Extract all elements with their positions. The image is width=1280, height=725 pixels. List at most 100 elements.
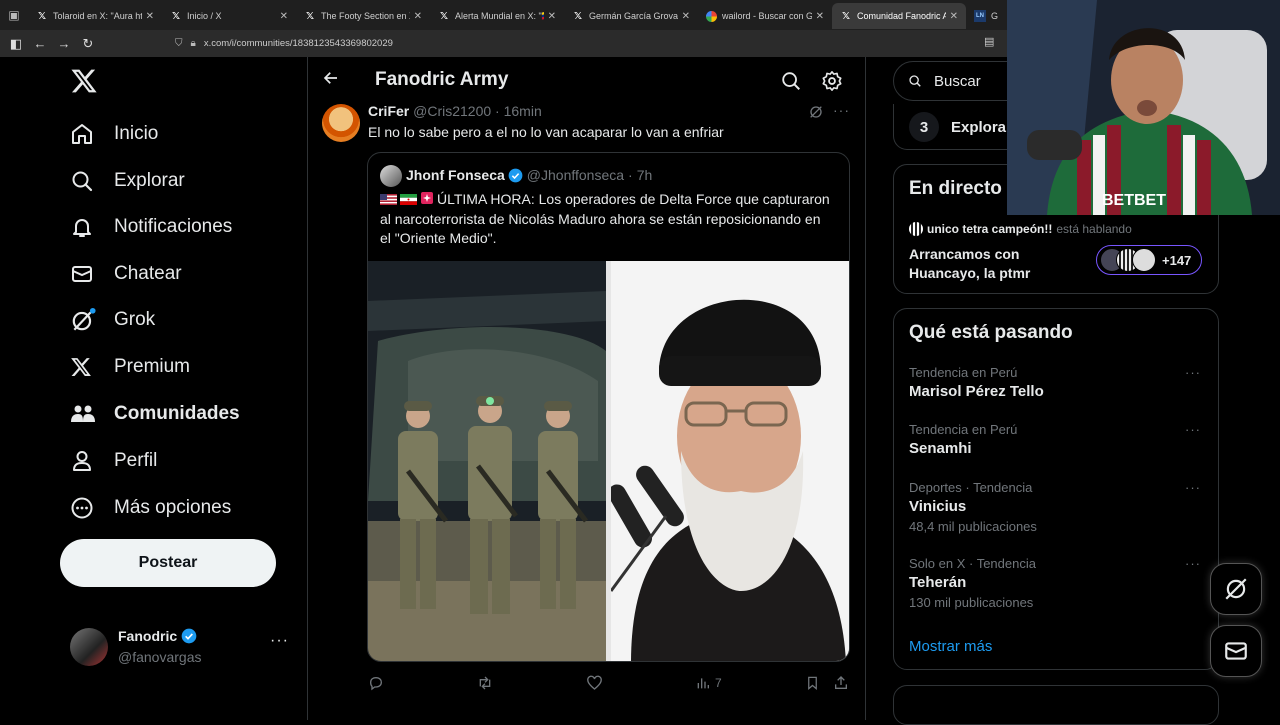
views-count: 7 (715, 676, 722, 690)
x-favicon-icon: 𝕏 (305, 10, 315, 22)
gear-icon[interactable] (821, 70, 843, 92)
browser-tab[interactable]: 𝕏 Inicio / X ✕ (162, 3, 296, 29)
tab-close-icon[interactable]: ✕ (950, 11, 958, 22)
account-switcher[interactable]: Fanodric @fanovargas ··· (70, 626, 300, 670)
reload-icon[interactable]: ↻ (76, 32, 100, 56)
space-title[interactable]: Arrancamos con Huancayo, la ptmr (909, 245, 1089, 283)
reader-view-icon[interactable]: ▤ (984, 35, 994, 48)
account-more-icon[interactable]: ··· (270, 632, 289, 650)
browser-tab[interactable]: 𝕏 The Footy Section en X: "Th ✕ (296, 3, 430, 29)
sidebar-item-explorar[interactable]: Explorar (62, 161, 185, 201)
author-name[interactable]: CriFer (368, 103, 409, 119)
x-favicon-icon: 𝕏 (171, 10, 181, 22)
sidebar-item-chatear[interactable]: Chatear (62, 254, 182, 294)
sidebar-item-comunidades[interactable]: Comunidades (62, 394, 240, 434)
author-handle[interactable]: @Cris21200 (413, 103, 491, 119)
space-status: está hablando (1056, 222, 1132, 236)
messages-fab-button[interactable] (1210, 625, 1262, 677)
browser-tab[interactable]: LN Giro (966, 3, 1006, 29)
views-stat[interactable]: 7 (695, 675, 722, 691)
sidebar-item-grok[interactable]: Grok (62, 300, 155, 340)
cleric-photo[interactable] (611, 261, 849, 661)
tab-close-icon[interactable]: ✕ (414, 11, 422, 22)
next-panel (893, 685, 1219, 725)
tab-close-icon[interactable]: ✕ (816, 11, 824, 22)
trend-item[interactable]: Deportes · Tendencia Vinicius 48,4 mil p… (909, 480, 1209, 534)
tab-close-icon[interactable]: ✕ (280, 11, 288, 22)
back-arrow-icon[interactable] (322, 69, 340, 87)
trend-name: Vinicius (909, 498, 967, 515)
avatar[interactable] (322, 104, 360, 142)
iran-flag-icon (400, 194, 417, 205)
sidebar-item-inicio[interactable]: Inicio (62, 114, 158, 154)
post-time: 7h (636, 167, 653, 183)
quoted-post[interactable]: Jhonf Fonseca @Jhonffonseca · 7h ÚLTIMA … (367, 152, 850, 662)
sidebar-item-label: Inicio (114, 123, 159, 144)
tab-close-icon[interactable]: ✕ (682, 11, 690, 22)
trend-more-icon[interactable]: ··· (1185, 365, 1201, 380)
trend-count: 130 mil publicaciones (909, 595, 1034, 610)
browser-tab[interactable]: 𝕏 Tolaroid en X: "Aura https:/ ✕ (28, 3, 162, 29)
soldiers-photo[interactable] (368, 261, 606, 661)
sidebar-item-perfil[interactable]: Perfil (62, 441, 157, 481)
quote-media[interactable] (368, 261, 849, 661)
forward-arrow-icon[interactable]: → (52, 32, 76, 56)
tab-title: Giro (991, 11, 998, 21)
explore-item[interactable]: 3 Explora y (909, 112, 1019, 142)
trend-item[interactable]: Tendencia en Perú Marisol Pérez Tello ··… (909, 365, 1209, 400)
grok-icon[interactable] (808, 104, 824, 120)
share-icon[interactable] (833, 675, 849, 691)
trend-more-icon[interactable]: ··· (1185, 422, 1201, 437)
show-more-link[interactable]: Mostrar más (909, 638, 992, 655)
reply-icon[interactable] (368, 675, 384, 691)
browser-tab[interactable]: 𝕏 Alerta Mundial en X: "🇻🇪 | Ú ✕ (430, 3, 564, 29)
url-input[interactable]: ⛉ 🔒︎ x.com/i/communities/183812354336980… (175, 33, 1005, 54)
tab-title: Comunidad Fanodric Army (857, 11, 946, 21)
post-button[interactable]: Postear (60, 539, 276, 587)
like-icon[interactable] (586, 675, 603, 691)
sidebar-item-premium[interactable]: Premium (62, 347, 190, 387)
sidebar-item-notificaciones[interactable]: Notificaciones (62, 207, 232, 247)
lock-icon[interactable]: 🔒︎ (191, 38, 196, 49)
space-listeners[interactable]: +147 (1096, 245, 1202, 275)
trends-title: Qué está pasando (909, 322, 1073, 343)
x-favicon-icon: 𝕏 (841, 10, 851, 22)
bell-icon (62, 214, 102, 240)
trend-item[interactable]: Solo en X · Tendencia Teherán 130 mil pu… (909, 556, 1209, 610)
trend-more-icon[interactable]: ··· (1185, 556, 1201, 571)
listener-count: +147 (1162, 252, 1192, 268)
avatar (70, 628, 108, 666)
tracking-shield-icon[interactable]: ⛉ (175, 38, 183, 49)
space-speaker[interactable]: unico tetra campeón!! está hablando (909, 222, 1132, 236)
tab-actions-icon[interactable]: ▣ (0, 0, 28, 30)
tab-title: The Footy Section en X: "Th (321, 11, 410, 21)
trend-item[interactable]: Tendencia en Perú Senamhi ··· (909, 422, 1209, 457)
views-icon (697, 678, 709, 689)
search-icon (909, 75, 921, 87)
sidebar-item-label: Más opciones (114, 497, 232, 518)
browser-tab[interactable]: wailord - Buscar con Googl ✕ (698, 3, 832, 29)
post-time[interactable]: 16min (504, 103, 542, 119)
sidebar-item-label: Premium (114, 356, 191, 377)
trend-context: Tendencia en Perú (909, 422, 1018, 437)
divider (307, 57, 308, 720)
post-more-icon[interactable]: ··· (833, 102, 850, 118)
browser-tab[interactable]: 𝕏 Germán García Grova en X: ✕ (564, 3, 698, 29)
trend-more-icon[interactable]: ··· (1185, 480, 1201, 495)
tab-close-icon[interactable]: ✕ (146, 11, 154, 22)
author-handle: @Jhonffonseca (526, 167, 625, 183)
x-logo-icon[interactable] (70, 66, 98, 96)
trend-context: Solo en X · Tendencia (909, 556, 1036, 571)
url-text: x.com/i/communities/1838123543369802029 (203, 38, 393, 49)
bookmark-icon[interactable] (805, 675, 820, 691)
tab-close-icon[interactable]: ✕ (548, 11, 556, 22)
grok-icon (1225, 578, 1247, 600)
browser-tab-active[interactable]: 𝕏 Comunidad Fanodric Army ✕ (832, 3, 966, 29)
back-arrow-icon[interactable]: ← (28, 32, 52, 56)
x-favicon-icon: 𝕏 (37, 10, 47, 22)
repost-icon[interactable] (476, 675, 494, 691)
sidebar-toggle-icon[interactable]: ◧ (4, 32, 28, 56)
sidebar-item-mas-opciones[interactable]: Más opciones (62, 488, 231, 528)
grok-fab-button[interactable] (1210, 563, 1262, 615)
search-icon[interactable] (780, 70, 802, 92)
